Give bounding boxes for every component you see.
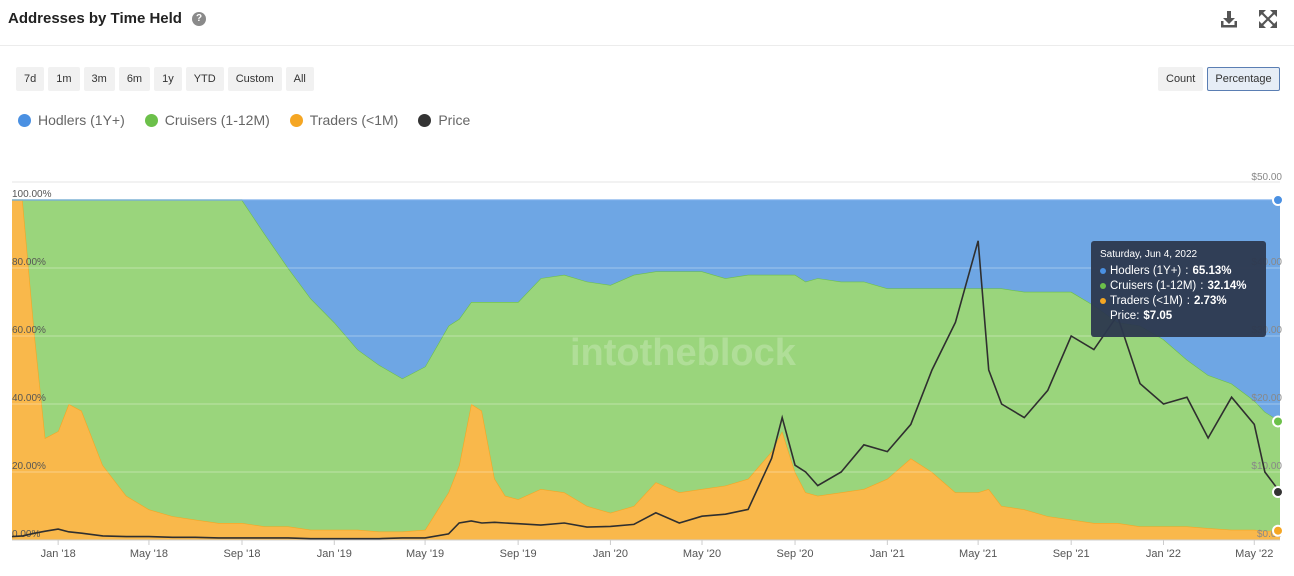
legend-dot [144,113,158,127]
legend-dot [18,113,31,127]
chart-title: Addresses by Time Held [8,10,182,27]
legend-item-price[interactable]: Price [418,112,470,128]
mode-selector: Count Percentage [1158,67,1280,91]
range-button-custom[interactable]: Custom [227,67,282,91]
x-tick-label: Jan '19 [317,548,352,560]
legend-item-hodlers[interactable]: Hodlers (1Y+) [18,112,125,128]
x-tick-label: May '19 [406,548,444,560]
legend-dot [418,113,432,127]
y-right-tick-label: $10.00 [1251,461,1282,472]
tooltip-date: Saturday, Jun 4, 2022 [1100,249,1198,260]
tooltip-price-value: $7.05 [1143,310,1173,322]
y-right-tick-label: $50.00 [1251,172,1282,183]
legend-label: Hodlers (1Y+) [38,112,125,128]
tooltip-series-value: 65.13% [1192,265,1232,277]
tooltip-series-value: 32.14% [1207,280,1247,292]
x-tick-label: May '21 [959,548,997,560]
time-range-selector: 7d 1m 3m 6m 1y YTD Custom All [16,67,314,91]
chart-plot-area[interactable]: 0.00%20.00%40.00%60.00%80.00%100.00%$0.0… [0,160,1294,576]
hodlers-end-marker [1272,194,1284,206]
y-right-tick-label: $20.00 [1251,393,1282,404]
tooltip-price-label: Price: [1110,310,1140,322]
range-button-3m[interactable]: 3m [83,67,115,91]
range-button-all[interactable]: All [285,67,314,91]
price-end-marker [1272,486,1284,499]
range-button-6m[interactable]: 6m [118,67,151,91]
range-button-1m[interactable]: 1m [48,67,80,91]
tooltip-separator: : [1185,265,1189,277]
y-left-tick-label: 40.00% [12,393,46,404]
tooltip-series-name: Cruisers (1-12M) [1110,280,1197,292]
x-tick-label: Jan '21 [870,548,905,560]
x-tick-label: Jan '22 [1146,548,1181,560]
mode-button-count[interactable]: Count [1158,67,1204,91]
x-tick-label: Sep '20 [777,548,814,560]
legend-label: Price [438,112,471,128]
x-tick-label: May '22 [1235,548,1273,560]
x-tick-label: Jan '20 [593,548,628,560]
x-tick-label: May '20 [683,548,721,560]
cruisers-end-marker [1272,415,1284,428]
x-tick-label: Sep '19 [500,548,537,560]
question-icon[interactable]: ? [192,12,206,26]
legend-item-traders[interactable]: Traders (<1M) [289,112,399,128]
range-button-7d[interactable]: 7d [16,67,45,91]
x-tick-label: Sep '18 [224,548,261,560]
y-left-tick-label: 100.00% [12,189,52,200]
range-button-ytd[interactable]: YTD [185,67,224,91]
chart-header: Addresses by Time Held ? [0,0,1294,46]
y-left-tick-label: 60.00% [12,325,46,336]
y-left-tick-label: 20.00% [12,461,46,472]
tooltip-separator: : [1186,295,1190,307]
tooltip-row-traders: Traders (<1M) : 2.73% [1100,295,1257,307]
y-left-tick-label: 80.00% [12,257,46,268]
chart-legend: Hodlers (1Y+) Cruisers (1-12M) Traders (… [18,112,470,128]
range-button-1y[interactable]: 1y [154,67,182,91]
tooltip-row-cruisers: Cruisers (1-12M) : 32.14% [1100,280,1257,292]
x-tick-label: Jan '18 [41,548,76,560]
watermark: intotheblock [570,332,797,374]
tooltip-dot [1100,283,1106,289]
traders-end-marker [1272,524,1284,537]
mode-button-percentage[interactable]: Percentage [1207,67,1280,91]
tooltip-separator: : [1200,280,1204,292]
tooltip-dot [1100,298,1106,304]
download-icon[interactable] [1218,8,1240,30]
tooltip-row-hodlers: Hodlers (1Y+) : 65.13% [1100,265,1257,277]
tooltip-series-name: Traders (<1M) [1110,295,1183,307]
legend-label: Traders (<1M) [309,112,399,128]
legend-item-cruisers[interactable]: Cruisers (1-12M) [144,112,270,128]
chart-tooltip: Saturday, Jun 4, 2022 Hodlers (1Y+) : 65… [1091,241,1266,337]
x-tick-label: May '18 [130,548,168,560]
tooltip-series-value: 2.73% [1193,295,1227,307]
fullscreen-icon[interactable] [1257,8,1279,30]
tooltip-row-price: Price: $7.05 [1100,310,1257,322]
tooltip-series-name: Hodlers (1Y+) [1110,265,1182,277]
x-tick-label: Sep '21 [1053,548,1090,560]
legend-label: Cruisers (1-12M) [164,112,270,128]
legend-dot [289,113,303,127]
tooltip-dot [1100,268,1106,274]
